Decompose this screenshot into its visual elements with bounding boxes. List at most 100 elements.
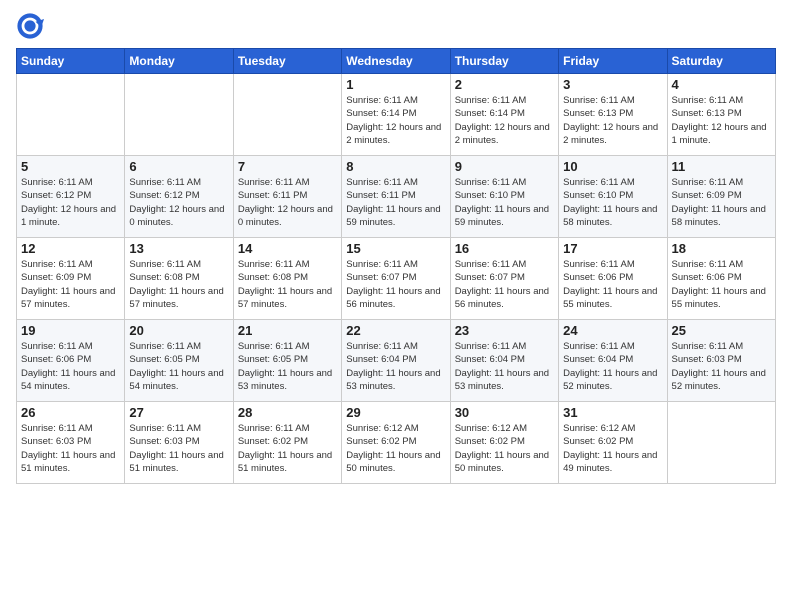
day-info: Sunrise: 6:11 AMSunset: 6:08 PMDaylight:… bbox=[129, 258, 228, 311]
day-info: Sunrise: 6:11 AMSunset: 6:14 PMDaylight:… bbox=[455, 94, 554, 147]
header bbox=[16, 12, 776, 40]
day-number: 22 bbox=[346, 323, 445, 338]
day-info: Sunrise: 6:11 AMSunset: 6:04 PMDaylight:… bbox=[346, 340, 445, 393]
day-info: Sunrise: 6:11 AMSunset: 6:05 PMDaylight:… bbox=[129, 340, 228, 393]
calendar-cell: 12Sunrise: 6:11 AMSunset: 6:09 PMDayligh… bbox=[17, 238, 125, 320]
calendar-cell bbox=[667, 402, 775, 484]
calendar-cell: 26Sunrise: 6:11 AMSunset: 6:03 PMDayligh… bbox=[17, 402, 125, 484]
calendar-cell: 16 Sunrise: 6:11 AMSunset: 6:07 PMDayligh… bbox=[450, 238, 558, 320]
day-number: 6 bbox=[129, 159, 228, 174]
day-info: Sunrise: 6:11 AMSunset: 6:07 PMDaylight:… bbox=[455, 258, 554, 311]
day-number: 8 bbox=[346, 159, 445, 174]
day-info: Sunrise: 6:11 AMSunset: 6:12 PMDaylight:… bbox=[129, 176, 228, 229]
calendar-cell bbox=[125, 74, 233, 156]
day-header-friday: Friday bbox=[559, 49, 667, 74]
day-number: 19 bbox=[21, 323, 120, 338]
calendar-cell: 23 Sunrise: 6:11 AMSunset: 6:04 PMDayligh… bbox=[450, 320, 558, 402]
day-number: 31 bbox=[563, 405, 662, 420]
day-info: Sunrise: 6:11 AMSunset: 6:07 PMDaylight:… bbox=[346, 258, 445, 311]
calendar-cell: 27 Sunrise: 6:11 AMSunset: 6:03 PMDayligh… bbox=[125, 402, 233, 484]
day-number: 29 bbox=[346, 405, 445, 420]
day-info: Sunrise: 6:11 AMSunset: 6:02 PMDaylight:… bbox=[238, 422, 337, 475]
calendar-cell: 3 Sunrise: 6:11 AMSunset: 6:13 PMDaylight… bbox=[559, 74, 667, 156]
day-number: 28 bbox=[238, 405, 337, 420]
calendar-week-1: 1 Sunrise: 6:11 AMSunset: 6:14 PMDaylight… bbox=[17, 74, 776, 156]
day-info: Sunrise: 6:11 AMSunset: 6:13 PMDaylight:… bbox=[672, 94, 771, 147]
day-info: Sunrise: 6:11 AMSunset: 6:04 PMDaylight:… bbox=[455, 340, 554, 393]
calendar-cell: 2 Sunrise: 6:11 AMSunset: 6:14 PMDaylight… bbox=[450, 74, 558, 156]
day-info: Sunrise: 6:11 AMSunset: 6:08 PMDaylight:… bbox=[238, 258, 337, 311]
calendar-week-2: 5Sunrise: 6:11 AMSunset: 6:12 PMDaylight… bbox=[17, 156, 776, 238]
calendar-cell: 24 Sunrise: 6:11 AMSunset: 6:04 PMDayligh… bbox=[559, 320, 667, 402]
day-info: Sunrise: 6:11 AMSunset: 6:11 PMDaylight:… bbox=[346, 176, 445, 229]
calendar-week-3: 12Sunrise: 6:11 AMSunset: 6:09 PMDayligh… bbox=[17, 238, 776, 320]
day-header-monday: Monday bbox=[125, 49, 233, 74]
calendar-cell: 6 Sunrise: 6:11 AMSunset: 6:12 PMDaylight… bbox=[125, 156, 233, 238]
day-number: 17 bbox=[563, 241, 662, 256]
calendar-cell: 5Sunrise: 6:11 AMSunset: 6:12 PMDaylight… bbox=[17, 156, 125, 238]
day-info: Sunrise: 6:11 AMSunset: 6:14 PMDaylight:… bbox=[346, 94, 445, 147]
calendar-cell: 1 Sunrise: 6:11 AMSunset: 6:14 PMDaylight… bbox=[342, 74, 450, 156]
calendar-cell: 20 Sunrise: 6:11 AMSunset: 6:05 PMDayligh… bbox=[125, 320, 233, 402]
day-number: 1 bbox=[346, 77, 445, 92]
calendar-cell: 21 Sunrise: 6:11 AMSunset: 6:05 PMDayligh… bbox=[233, 320, 341, 402]
day-header-sunday: Sunday bbox=[17, 49, 125, 74]
day-number: 15 bbox=[346, 241, 445, 256]
day-info: Sunrise: 6:11 AMSunset: 6:10 PMDaylight:… bbox=[455, 176, 554, 229]
day-info: Sunrise: 6:11 AMSunset: 6:06 PMDaylight:… bbox=[672, 258, 771, 311]
day-info: Sunrise: 6:11 AMSunset: 6:03 PMDaylight:… bbox=[672, 340, 771, 393]
page: SundayMondayTuesdayWednesdayThursdayFrid… bbox=[0, 0, 792, 612]
calendar-week-5: 26 Sunrise: 6:11 AMSunset: 6:03 PMDayligh… bbox=[17, 402, 776, 484]
day-number: 11 bbox=[672, 159, 771, 174]
day-info: Sunrise: 6:12 AMSunset: 6:02 PMDaylight:… bbox=[563, 422, 662, 475]
day-number: 23 bbox=[455, 323, 554, 338]
calendar-cell: 15 Sunrise: 6:11 AMSunset: 6:07 PMDayligh… bbox=[342, 238, 450, 320]
calendar-cell: 7 Sunrise: 6:11 AMSunset: 6:11 PMDaylight… bbox=[233, 156, 341, 238]
day-number: 14 bbox=[238, 241, 337, 256]
calendar-cell: 11 Sunrise: 6:11 AMSunset: 6:09 PMDayligh… bbox=[667, 156, 775, 238]
day-info: Sunrise: 6:11 AMSunset: 6:09 PMDaylight:… bbox=[672, 176, 771, 229]
calendar-cell: 31 Sunrise: 6:12 AMSunset: 6:02 PMDayligh… bbox=[559, 402, 667, 484]
day-info: Sunrise: 6:11 AMSunset: 6:06 PMDaylight:… bbox=[21, 340, 120, 393]
day-number: 16 bbox=[455, 241, 554, 256]
calendar: SundayMondayTuesdayWednesdayThursdayFrid… bbox=[16, 48, 776, 484]
calendar-cell: 29 Sunrise: 6:12 AMSunset: 6:02 PMDayligh… bbox=[342, 402, 450, 484]
day-info: Sunrise: 6:11 AMSunset: 6:05 PMDaylight:… bbox=[238, 340, 337, 393]
day-info: Sunrise: 6:11 AMSunset: 6:03 PMDaylight:… bbox=[129, 422, 228, 475]
logo bbox=[16, 12, 48, 40]
calendar-cell: 4Sunrise: 6:11 AMSunset: 6:13 PMDaylight… bbox=[667, 74, 775, 156]
calendar-header-row: SundayMondayTuesdayWednesdayThursdayFrid… bbox=[17, 49, 776, 74]
calendar-cell: 19 Sunrise: 6:11 AMSunset: 6:06 PMDayligh… bbox=[17, 320, 125, 402]
day-number: 26 bbox=[21, 405, 120, 420]
calendar-cell bbox=[233, 74, 341, 156]
day-header-tuesday: Tuesday bbox=[233, 49, 341, 74]
calendar-cell: 28 Sunrise: 6:11 AMSunset: 6:02 PMDayligh… bbox=[233, 402, 341, 484]
day-info: Sunrise: 6:11 AMSunset: 6:13 PMDaylight:… bbox=[563, 94, 662, 147]
day-header-wednesday: Wednesday bbox=[342, 49, 450, 74]
logo-icon bbox=[16, 12, 44, 40]
day-number: 2 bbox=[455, 77, 554, 92]
day-number: 20 bbox=[129, 323, 228, 338]
day-info: Sunrise: 6:11 AMSunset: 6:12 PMDaylight:… bbox=[21, 176, 120, 229]
day-number: 3 bbox=[563, 77, 662, 92]
day-info: Sunrise: 6:11 AMSunset: 6:11 PMDaylight:… bbox=[238, 176, 337, 229]
calendar-cell: 14 Sunrise: 6:11 AMSunset: 6:08 PMDayligh… bbox=[233, 238, 341, 320]
day-info: Sunrise: 6:11 AMSunset: 6:10 PMDaylight:… bbox=[563, 176, 662, 229]
calendar-cell: 22 Sunrise: 6:11 AMSunset: 6:04 PMDayligh… bbox=[342, 320, 450, 402]
calendar-cell: 9 Sunrise: 6:11 AMSunset: 6:10 PMDaylight… bbox=[450, 156, 558, 238]
day-number: 24 bbox=[563, 323, 662, 338]
day-info: Sunrise: 6:12 AMSunset: 6:02 PMDaylight:… bbox=[346, 422, 445, 475]
day-number: 21 bbox=[238, 323, 337, 338]
day-info: Sunrise: 6:12 AMSunset: 6:02 PMDaylight:… bbox=[455, 422, 554, 475]
day-number: 27 bbox=[129, 405, 228, 420]
calendar-cell: 17Sunrise: 6:11 AMSunset: 6:06 PMDayligh… bbox=[559, 238, 667, 320]
day-number: 7 bbox=[238, 159, 337, 174]
calendar-cell: 8 Sunrise: 6:11 AMSunset: 6:11 PMDaylight… bbox=[342, 156, 450, 238]
day-info: Sunrise: 6:11 AMSunset: 6:04 PMDaylight:… bbox=[563, 340, 662, 393]
day-number: 10 bbox=[563, 159, 662, 174]
day-number: 18 bbox=[672, 241, 771, 256]
day-number: 12 bbox=[21, 241, 120, 256]
calendar-cell: 13Sunrise: 6:11 AMSunset: 6:08 PMDayligh… bbox=[125, 238, 233, 320]
day-number: 9 bbox=[455, 159, 554, 174]
calendar-cell: 30Sunrise: 6:12 AMSunset: 6:02 PMDayligh… bbox=[450, 402, 558, 484]
